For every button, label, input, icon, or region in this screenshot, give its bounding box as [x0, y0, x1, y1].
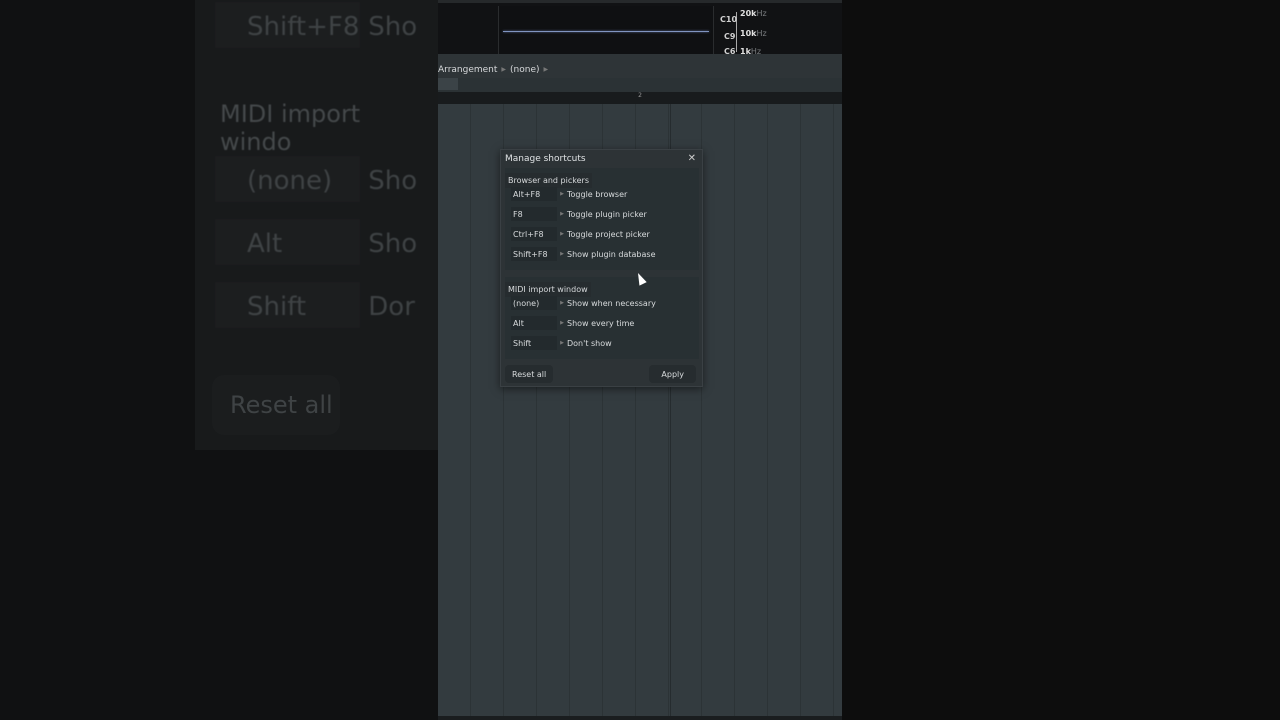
section-header: MIDI import window	[505, 282, 591, 297]
shortcut-row: Shift+F8 ▶ Show plugin database	[511, 247, 656, 261]
chevron-right-icon: ▶	[543, 66, 549, 73]
background-row: Shift+F8 Sho	[215, 2, 417, 48]
shortcut-action: Toggle browser	[567, 189, 628, 199]
background-action: Sho	[368, 166, 418, 196]
scrollbar[interactable]	[438, 716, 842, 720]
background-row: Alt Sho	[215, 219, 417, 265]
shortcut-key[interactable]: F8	[511, 207, 557, 221]
shortcut-row: F8 ▶ Toggle plugin picker	[511, 207, 647, 221]
shortcut-action: Don't show	[567, 338, 612, 348]
chevron-right-icon: ▶	[560, 340, 564, 346]
shortcut-action: Show every time	[567, 318, 635, 328]
freq-label: 10kHz	[740, 29, 767, 38]
freq-value: 20k	[740, 9, 757, 18]
dialog-title: Manage shortcuts	[505, 154, 586, 164]
background-section: MIDI import windo	[220, 100, 361, 156]
shortcut-row: Ctrl+F8 ▶ Toggle project picker	[511, 227, 650, 241]
background-key: Shift	[215, 282, 360, 328]
chevron-right-icon: ▶	[560, 251, 564, 257]
background-action: Sho	[368, 12, 418, 42]
freq-label: 20kHz	[740, 9, 767, 18]
scope-bar: C10 C9 C6 20kHz 10kHz 1kHz	[438, 0, 842, 57]
background-action: Sho	[368, 229, 418, 259]
track-button[interactable]	[438, 78, 458, 90]
shortcut-action: Toggle project picker	[567, 229, 650, 239]
shortcut-key[interactable]: Shift+F8	[511, 247, 557, 261]
freq-value: 10k	[740, 29, 757, 38]
note-label: C10	[720, 15, 738, 24]
track-header	[438, 78, 842, 92]
shortcut-action: Show when necessary	[567, 298, 656, 308]
chevron-right-icon: ▶	[560, 191, 564, 197]
background-blurred-zoom: Shift+F8 Sho MIDI import windo (none) Sh…	[0, 0, 438, 720]
manage-shortcuts-dialog: Manage shortcuts ✕ Browser and pickers A…	[500, 149, 703, 387]
oscilloscope	[498, 6, 714, 57]
background-row: (none) Sho	[215, 156, 417, 202]
shortcut-key[interactable]: Ctrl+F8	[511, 227, 557, 241]
section-header: Browser and pickers	[505, 173, 592, 188]
shortcut-row: Alt+F8 ▶ Toggle browser	[511, 187, 627, 201]
shortcut-action: Toggle plugin picker	[567, 209, 647, 219]
chevron-right-icon: ▶	[560, 231, 564, 237]
background-key: Shift+F8	[215, 2, 360, 48]
background-key: (none)	[215, 156, 360, 202]
shortcut-row: Alt ▶ Show every time	[511, 316, 634, 330]
freq-unit: Hz	[756, 29, 767, 38]
chevron-right-icon: ▶	[560, 300, 564, 306]
background-key: Alt	[215, 219, 360, 265]
background-row: Shift Dor	[215, 282, 415, 328]
bar-marker: 2	[638, 92, 642, 99]
shortcut-key[interactable]: Alt+F8	[511, 187, 557, 201]
shortcut-row: (none) ▶ Show when necessary	[511, 296, 656, 310]
freq-unit: Hz	[756, 9, 767, 18]
apply-button[interactable]: Apply	[649, 365, 696, 383]
timeline-ruler[interactable]: 2	[438, 92, 842, 104]
reset-all-button[interactable]: Reset all	[505, 365, 554, 383]
shortcut-action: Show plugin database	[567, 249, 656, 259]
chevron-right-icon: ▶	[560, 320, 564, 326]
breadcrumb-arrangement[interactable]: Arrangement	[438, 65, 497, 75]
chevron-right-icon: ▶	[560, 211, 564, 217]
shortcut-row: Shift ▶ Don't show	[511, 336, 612, 350]
shortcut-key[interactable]: Shift	[511, 336, 557, 350]
shortcut-key[interactable]: (none)	[511, 296, 557, 310]
close-icon[interactable]: ✕	[688, 153, 696, 164]
shortcut-key[interactable]: Alt	[511, 316, 557, 330]
note-label: C9	[724, 32, 736, 41]
background-action: Dor	[368, 292, 415, 322]
background-reset: Reset all	[212, 375, 340, 435]
right-background	[842, 0, 1280, 720]
breadcrumb: Arrangement ▶ (none) ▶	[438, 54, 842, 78]
chevron-right-icon: ▶	[501, 66, 507, 73]
waveform-line	[503, 31, 709, 32]
breadcrumb-pattern[interactable]: (none)	[510, 65, 539, 75]
